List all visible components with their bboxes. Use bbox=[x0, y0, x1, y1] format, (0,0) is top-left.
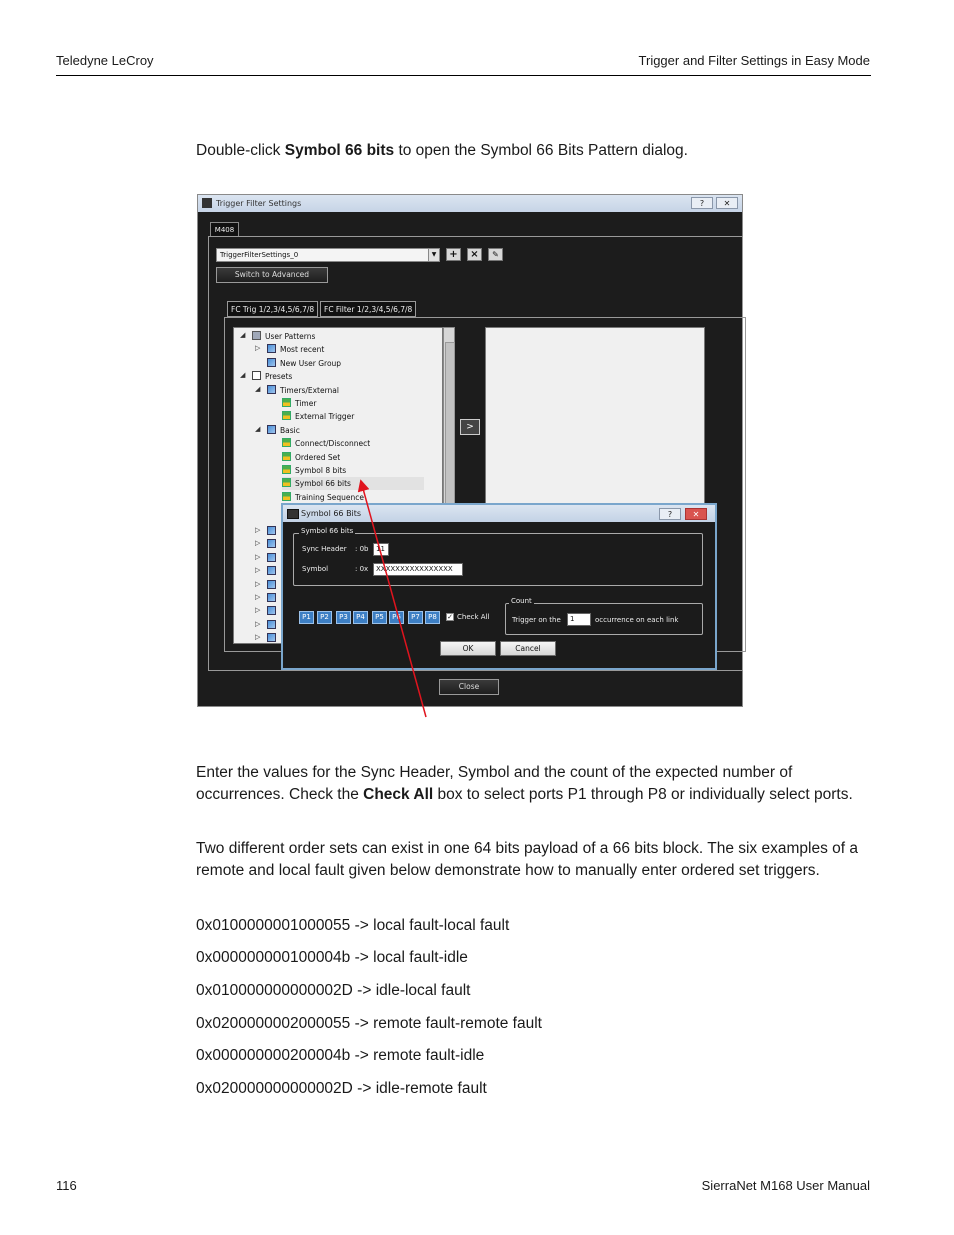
intro-paragraph: Double-click Symbol 66 bits to open the … bbox=[196, 140, 876, 162]
footer-manual-title: SierraNet M168 User Manual bbox=[701, 1178, 870, 1193]
annotation-arrow bbox=[357, 479, 427, 718]
para1-text-b: box to select ports P1 through P8 or ind… bbox=[433, 786, 853, 803]
example-line: 0x000000000200004b -> remote fault-idle bbox=[196, 1047, 485, 1064]
header-rule bbox=[56, 75, 871, 76]
example-line: 0x020000000000002D -> idle-remote fault bbox=[196, 1080, 487, 1097]
trigger-filter-window: Trigger Filter Settings ? ✕ M408 Trigger… bbox=[197, 194, 746, 718]
para1-bold: Check All bbox=[363, 786, 434, 803]
intro-text-after: to open the Symbol 66 Bits Pattern dialo… bbox=[394, 142, 688, 159]
paragraph-enter-values: Enter the values for the Sync Header, Sy… bbox=[196, 762, 876, 806]
paragraph-order-sets: Two different order sets can exist in on… bbox=[196, 840, 858, 879]
intro-text-before: Double-click bbox=[196, 142, 285, 159]
page-number: 116 bbox=[56, 1178, 77, 1193]
example-line: 0x0100000001000055 -> local fault-local … bbox=[196, 917, 510, 934]
header-left: Teledyne LeCroy bbox=[56, 53, 154, 68]
example-line: 0x000000000100004b -> local fault-idle bbox=[196, 949, 468, 966]
header-right: Trigger and Filter Settings in Easy Mode bbox=[638, 53, 870, 68]
intro-bold: Symbol 66 bits bbox=[284, 142, 395, 159]
example-line: 0x010000000000002D -> idle-local fault bbox=[196, 982, 471, 999]
example-line: 0x0200000002000055 -> remote fault-remot… bbox=[196, 1015, 542, 1032]
